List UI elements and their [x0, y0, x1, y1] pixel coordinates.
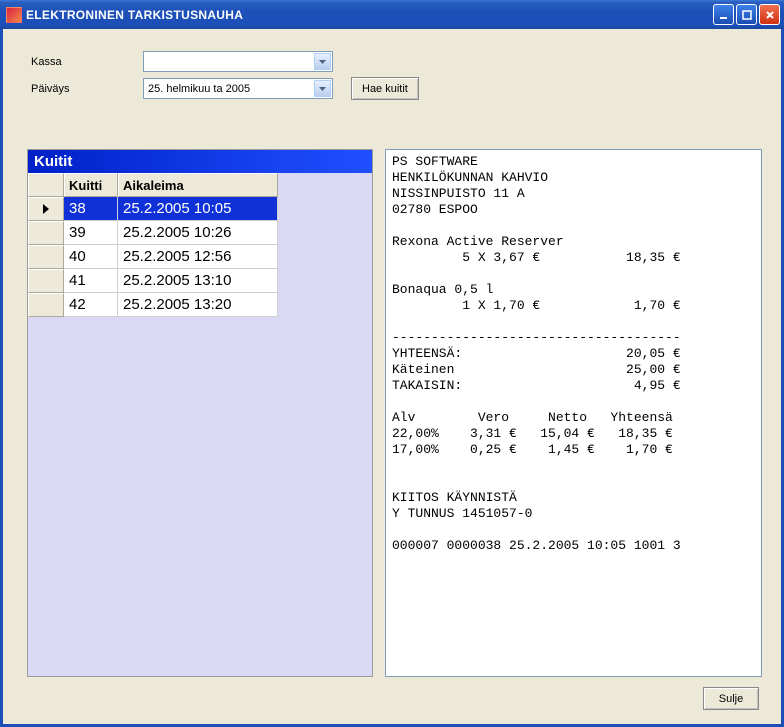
receipts-grid[interactable]: Kuitti Aikaleima 3825.2.2005 10:053925.2… [28, 173, 372, 317]
grid-header-row: Kuitti Aikaleima [28, 173, 372, 197]
row-header[interactable] [28, 197, 64, 221]
kassa-combo[interactable] [143, 51, 333, 72]
cell-aikaleima[interactable]: 25.2.2005 12:56 [118, 245, 278, 269]
cell-aikaleima[interactable]: 25.2.2005 13:10 [118, 269, 278, 293]
chevron-down-icon [314, 80, 331, 97]
paivays-combo[interactable]: 25. helmikuu ta 2005 [143, 78, 333, 99]
row-header[interactable] [28, 269, 64, 293]
table-row[interactable]: 3825.2.2005 10:05 [28, 197, 372, 221]
current-row-indicator-icon [43, 204, 49, 214]
sulje-button[interactable]: Sulje [703, 687, 759, 710]
col-header-aikaleima[interactable]: Aikaleima [118, 173, 278, 197]
table-row[interactable]: 4025.2.2005 12:56 [28, 245, 372, 269]
cell-kuitti[interactable]: 40 [64, 245, 118, 269]
window-title: ELEKTRONINEN TARKISTUSNAUHA [26, 8, 713, 22]
cell-aikaleima[interactable]: 25.2.2005 10:05 [118, 197, 278, 221]
table-row[interactable]: 4225.2.2005 13:20 [28, 293, 372, 317]
cell-kuitti[interactable]: 39 [64, 221, 118, 245]
close-button[interactable] [759, 4, 780, 25]
hae-kuitit-button[interactable]: Hae kuitit [351, 77, 419, 100]
row-header[interactable] [28, 293, 64, 317]
cell-kuitti[interactable]: 42 [64, 293, 118, 317]
cell-kuitti[interactable]: 38 [64, 197, 118, 221]
client-area: Kassa Päiväys 25. helmikuu ta 2005 Hae k… [0, 29, 784, 727]
paivays-label: Päiväys [31, 83, 143, 95]
row-header[interactable] [28, 221, 64, 245]
table-row[interactable]: 3925.2.2005 10:26 [28, 221, 372, 245]
receipt-content: PS SOFTWARE HENKILÖKUNNAN KAHVIO NISSINP… [392, 154, 681, 553]
grid-title: Kuitit [28, 150, 372, 173]
cell-kuitti[interactable]: 41 [64, 269, 118, 293]
grid-corner [28, 173, 64, 197]
cell-aikaleima[interactable]: 25.2.2005 13:20 [118, 293, 278, 317]
cell-aikaleima[interactable]: 25.2.2005 10:26 [118, 221, 278, 245]
kassa-label: Kassa [31, 56, 143, 68]
paivays-value: 25. helmikuu ta 2005 [148, 83, 250, 95]
app-icon [6, 7, 22, 23]
chevron-down-icon [314, 53, 331, 70]
row-header[interactable] [28, 245, 64, 269]
titlebar: ELEKTRONINEN TARKISTUSNAUHA [0, 0, 784, 29]
receipts-grid-panel: Kuitit Kuitti Aikaleima 3825.2.2005 10:0… [27, 149, 373, 677]
minimize-button[interactable] [713, 4, 734, 25]
table-row[interactable]: 4125.2.2005 13:10 [28, 269, 372, 293]
receipt-text[interactable]: PS SOFTWARE HENKILÖKUNNAN KAHVIO NISSINP… [385, 149, 762, 677]
col-header-kuitti[interactable]: Kuitti [64, 173, 118, 197]
maximize-button[interactable] [736, 4, 757, 25]
